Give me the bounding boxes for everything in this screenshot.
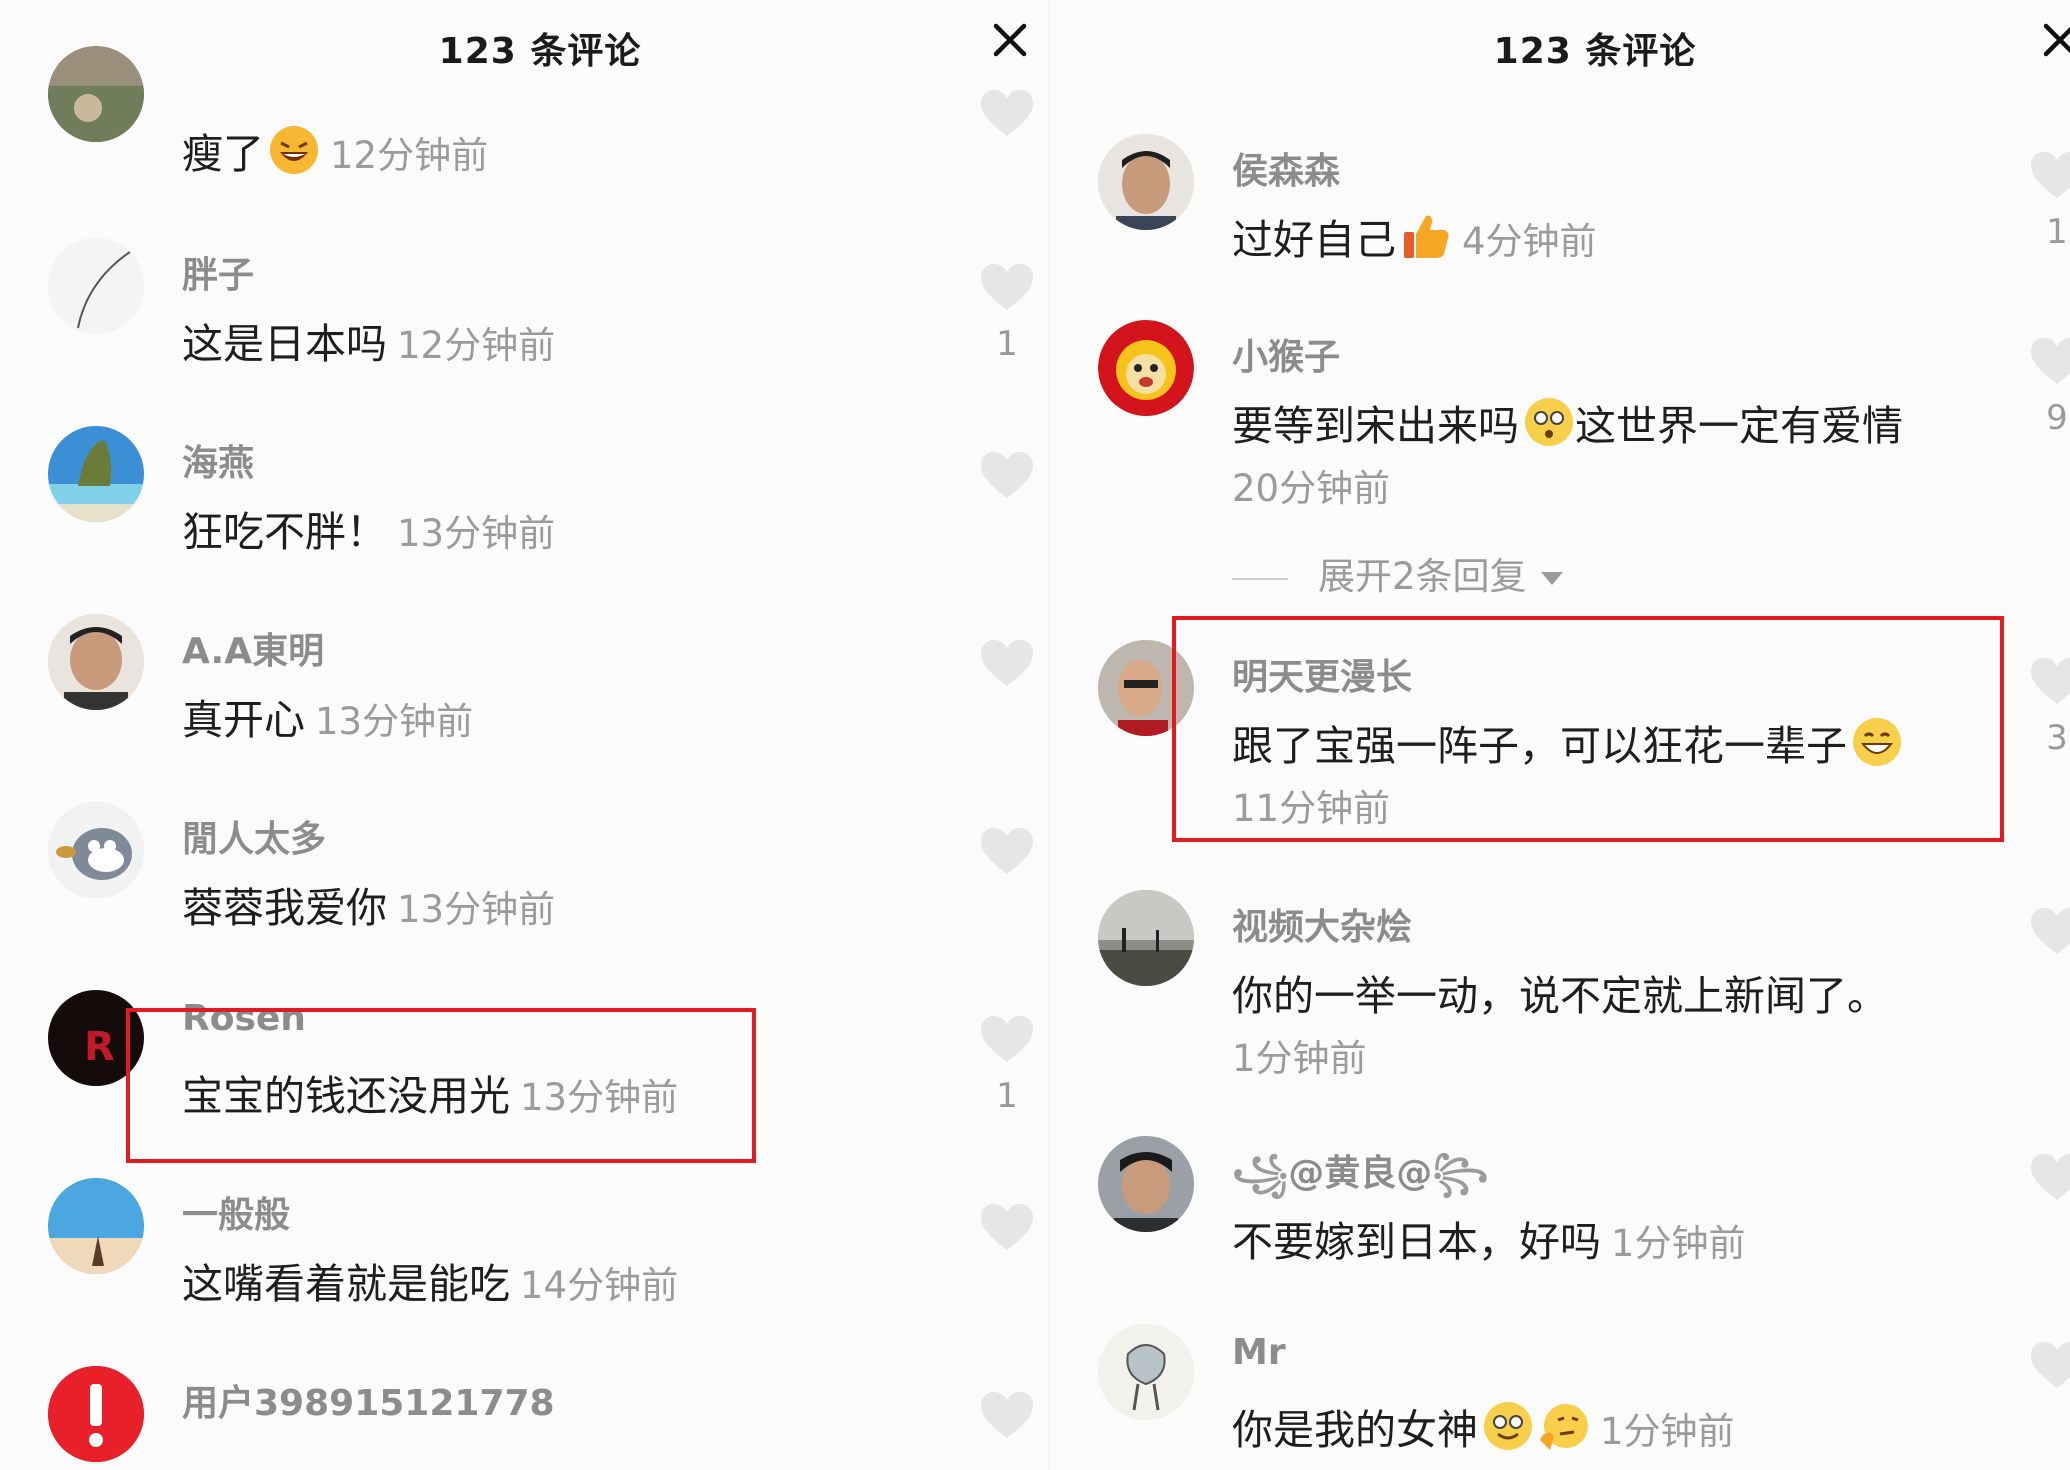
comment-count-title: 123 条评论 [438, 31, 642, 72]
avatar[interactable] [48, 46, 144, 142]
heart-icon [981, 264, 1033, 310]
avatar[interactable] [48, 614, 144, 710]
username[interactable]: ꧁@黄良@꧂ [1232, 1144, 1488, 1218]
comment-text: 这是日本吗 12分钟前 [182, 320, 556, 368]
comment-time: 1分钟前 [1232, 1037, 1367, 1080]
like-count: 1 [996, 324, 1018, 364]
like-button[interactable] [977, 88, 1037, 138]
close-icon [993, 23, 1027, 57]
like-button[interactable]: 3 [2027, 656, 2070, 758]
username[interactable]: Mr [1232, 1332, 1286, 1373]
like-button[interactable] [2027, 906, 2070, 956]
like-count: 9 [2046, 398, 2068, 438]
heart-icon [981, 828, 1033, 874]
heart-icon [981, 90, 1033, 136]
username[interactable]: 閒人太多 [182, 810, 326, 862]
like-count: 1 [996, 1076, 1018, 1116]
like-button[interactable] [977, 638, 1037, 688]
comment-text: 狂吃不胖！ 13分钟前 [182, 508, 556, 556]
like-button[interactable] [977, 826, 1037, 876]
comment-header: 123 条评论 [0, 0, 1050, 92]
username[interactable]: 用户398915121778 [182, 1374, 555, 1426]
smile-emoji [1482, 1400, 1534, 1462]
comment-text: 跟了宝强一阵子，可以狂花一辈子 [1232, 712, 1903, 778]
heart-icon [2031, 338, 2070, 384]
avatar[interactable] [1098, 1324, 1194, 1420]
comment-header: 123 条评论 [1050, 0, 2070, 92]
heart-icon [981, 1016, 1033, 1062]
heart-icon [981, 452, 1033, 498]
like-button[interactable]: 1 [977, 1014, 1037, 1116]
username[interactable]: 海燕 [182, 434, 254, 486]
like-button[interactable] [977, 1202, 1037, 1252]
close-icon [2043, 23, 2070, 57]
comment-text: 不要嫁到日本，好吗 1分钟前 [1232, 1218, 1746, 1266]
avatar[interactable] [1098, 890, 1194, 986]
comment-text: 真开心 13分钟前 [182, 696, 474, 744]
avatar[interactable] [1098, 640, 1194, 736]
laugh-emoji [268, 124, 320, 186]
comment-text: 这嘴看着就是能吃 14分钟前 [182, 1260, 679, 1308]
heart-icon [2031, 658, 2070, 704]
avatar[interactable] [48, 1178, 144, 1274]
comment-text: 要等到宋出来吗 这世界一定有爱情 [1232, 392, 1903, 458]
thinking-emoji [1538, 1400, 1590, 1462]
comment-text: 过好自己 4分钟前 [1232, 206, 1597, 272]
grin-emoji [1851, 716, 1903, 778]
avatar[interactable] [48, 1366, 144, 1462]
avatar[interactable] [1098, 1136, 1194, 1232]
svg-text:R: R [84, 1024, 115, 1070]
comment-text: 宝宝的钱还没用光 13分钟前 [182, 1072, 679, 1120]
heart-icon [2031, 152, 2070, 198]
like-button[interactable]: 1 [977, 262, 1037, 364]
avatar[interactable]: R [48, 990, 144, 1086]
like-count: 1 [2046, 212, 2068, 252]
swirl-ornament-icon: ꧁ [1232, 1153, 1289, 1194]
like-button[interactable] [2027, 1340, 2070, 1390]
comment-text: 蓉蓉我爱你 13分钟前 [182, 884, 556, 932]
avatar[interactable] [48, 426, 144, 522]
username[interactable]: 视频大杂烩 [1232, 898, 1412, 950]
heart-icon [981, 1392, 1033, 1438]
avatar[interactable] [1098, 320, 1194, 416]
close-button[interactable] [990, 20, 1030, 60]
username[interactable]: 明天更漫长 [1232, 648, 1412, 700]
heart-icon [981, 1204, 1033, 1250]
comment-panel-right: 123 条评论 侯森森 过好自己 4分钟前 1 小猴子 要等到宋出来吗 这世界一定有… [1050, 0, 2070, 1470]
like-button[interactable]: 1 [2027, 150, 2070, 252]
thumbs-up-emoji [1400, 210, 1452, 272]
avatar[interactable] [1098, 134, 1194, 230]
heart-icon [2031, 908, 2070, 954]
close-button[interactable] [2040, 20, 2070, 60]
expand-replies-button[interactable]: 展开2条回复 [1232, 546, 1563, 600]
username[interactable]: 一般般 [182, 1186, 290, 1238]
caret-down-icon [1540, 572, 1563, 585]
like-count: 3 [2046, 718, 2068, 758]
username[interactable]: A.A東明 [182, 622, 324, 674]
dizzy-emoji [1523, 396, 1575, 458]
avatar[interactable] [48, 802, 144, 898]
comment-count-title: 123 条评论 [1493, 31, 1697, 72]
like-button[interactable] [977, 1390, 1037, 1440]
comment-time: 11分钟前 [1232, 787, 1391, 830]
heart-icon [2031, 1154, 2070, 1200]
heart-icon [981, 640, 1033, 686]
username[interactable]: 胖子 [182, 246, 254, 298]
username[interactable]: 小猴子 [1232, 328, 1340, 380]
avatar[interactable] [48, 238, 144, 334]
like-button[interactable] [977, 450, 1037, 500]
like-button[interactable] [2027, 1152, 2070, 1202]
comment-text: 你的一举一动，说不定就上新闻了。 [1232, 972, 1888, 1020]
comment-panel-left: 123 条评论 瘦了 12分钟前 胖子 这是日本吗 12分钟前 1 海燕 狂吃不… [0, 0, 1050, 1470]
username[interactable]: 侯森森 [1232, 142, 1340, 194]
heart-icon [2031, 1342, 2070, 1388]
swirl-ornament-icon: ꧂ [1432, 1153, 1489, 1194]
username[interactable]: Rosen [182, 998, 306, 1039]
comment-text: 你是我的女神 1分钟前 [1232, 1396, 1735, 1462]
comment-time: 20分钟前 [1232, 467, 1391, 510]
like-button[interactable]: 9 [2027, 336, 2070, 438]
comment-text: 瘦了 12分钟前 [182, 120, 488, 186]
